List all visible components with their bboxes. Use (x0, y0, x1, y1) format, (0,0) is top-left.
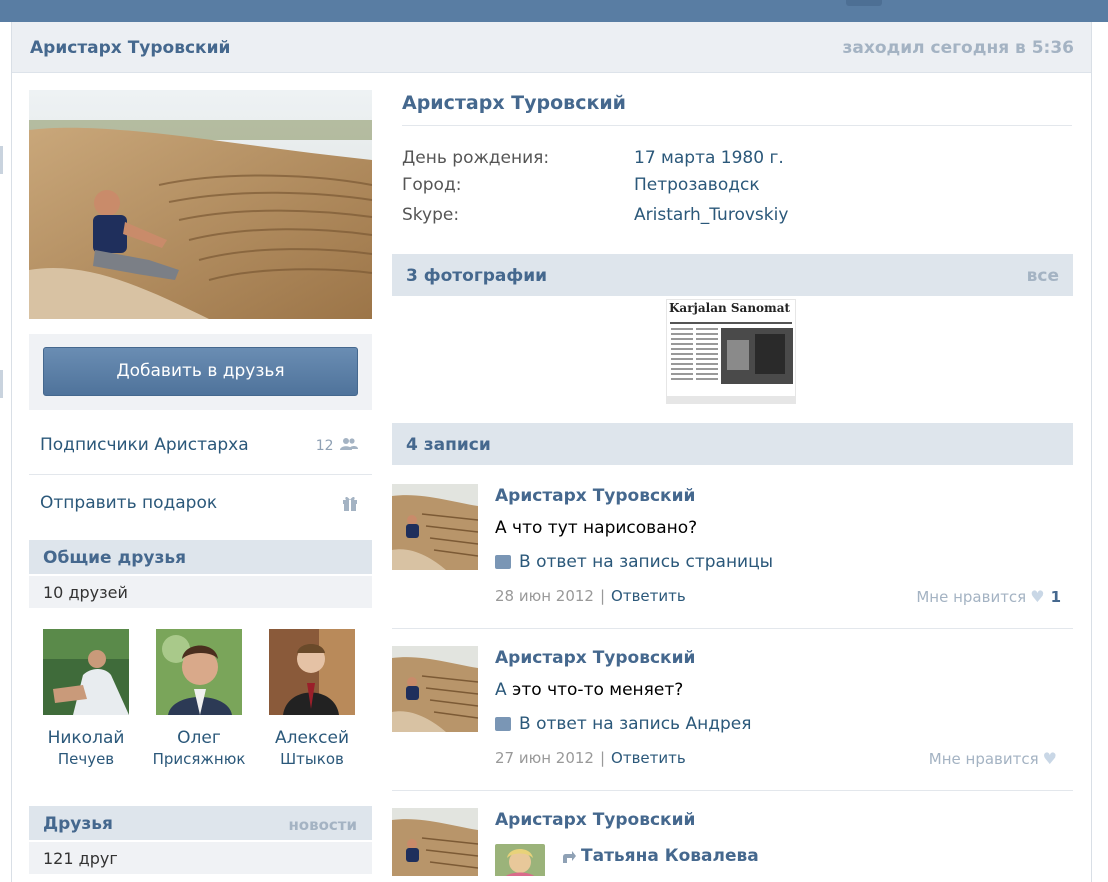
last-seen-status: заходил сегодня в 5:36 (842, 38, 1074, 58)
birthday-label: День рождения: (402, 148, 550, 168)
mutual-friends-title[interactable]: Общие друзья (43, 548, 186, 568)
friends-count-bar: 121 друг (29, 842, 372, 874)
post-divider (392, 628, 1073, 629)
post-text: А что тут нарисовано? (495, 518, 698, 538)
city-value[interactable]: Петрозаводск (634, 175, 760, 195)
followers-count-value: 12 (315, 438, 334, 454)
wall-post: Аристарх Туровский А это что-то меняет? … (392, 646, 1073, 776)
friends-news-link[interactable]: новости (288, 816, 357, 834)
followers-count: 12 (316, 437, 358, 454)
profile-avatar[interactable] (29, 90, 372, 319)
post-date[interactable]: 27 июн 2012 (495, 749, 594, 767)
friend-photo[interactable] (43, 629, 129, 715)
wall-post: Аристарх Туровский А что тут нарисовано?… (392, 484, 1073, 614)
mutual-friends-header[interactable]: Общие друзья (29, 540, 372, 574)
reply-prefix: В ответ на (519, 714, 614, 734)
like-count[interactable]: 1 (1051, 588, 1061, 606)
friend-last-name[interactable]: Штыков (262, 750, 362, 768)
friend-last-name[interactable]: Печуев (36, 750, 136, 768)
friend-first-name[interactable]: Николай (36, 728, 136, 748)
city-label: Город: (402, 175, 462, 195)
skype-label: Skype: (402, 205, 460, 225)
edge-marker (0, 370, 3, 398)
post-divider (392, 790, 1073, 791)
repost-author-avatar[interactable] (495, 844, 545, 876)
friend-card[interactable]: Николай Печуев (36, 629, 136, 768)
wall-header[interactable]: 4 записи (392, 423, 1073, 465)
post-meta: 28 июн 2012 | Ответить (495, 587, 686, 605)
birthday-value[interactable]: 17 марта 1980 г. (634, 148, 784, 168)
heart-icon[interactable]: ♥ (1043, 749, 1057, 768)
post-reply-context[interactable]: В ответ на запись Андрея (495, 714, 751, 734)
post-text: А это что-то меняет? (495, 680, 683, 700)
users-icon (340, 438, 358, 450)
send-gift-link[interactable]: Отправить подарок (29, 474, 372, 532)
friend-card[interactable]: Алексей Штыков (262, 629, 362, 768)
post-text-body: это что-то меняет? (512, 680, 684, 700)
meta-separator: | (599, 587, 606, 605)
post-author[interactable]: Аристарх Туровский (495, 810, 695, 830)
post-author[interactable]: Аристарх Туровский (495, 648, 695, 668)
friend-card[interactable]: Олег Присяжнюк (149, 629, 249, 768)
like-label[interactable]: Мне нравится (916, 588, 1026, 606)
repost-arrow-icon (561, 850, 577, 868)
comment-icon (495, 717, 511, 731)
add-friend-box: Добавить в друзья (29, 334, 372, 410)
wall-post: Аристарх Туровский Татьяна Ковалева (392, 808, 1073, 876)
profile-header: Аристарх Туровский заходил сегодня в 5:3… (12, 22, 1091, 73)
comment-icon (495, 555, 511, 569)
post-author-avatar[interactable] (392, 484, 478, 570)
reply-button[interactable]: Ответить (611, 749, 686, 767)
friend-last-name[interactable]: Присяжнюк (149, 750, 249, 768)
followers-label[interactable]: Подписчики Аристарха (40, 435, 249, 455)
followers-link[interactable]: Подписчики Аристарха 12 (29, 416, 372, 475)
reply-target-link[interactable]: запись страницы (619, 552, 773, 572)
repost-author[interactable]: Татьяна Ковалева (581, 846, 759, 866)
photos-header[interactable]: 3 фотографии все (392, 254, 1073, 296)
photos-all-link[interactable]: все (1027, 266, 1059, 286)
post-author-avatar[interactable] (392, 808, 478, 876)
post-author[interactable]: Аристарх Туровский (495, 486, 695, 506)
photo-thumbnail[interactable]: Karjalan Sanomat (666, 299, 796, 404)
top-bar-tab[interactable] (846, 0, 882, 6)
reply-button[interactable]: Ответить (611, 587, 686, 605)
friend-first-name[interactable]: Алексей (262, 728, 362, 748)
friends-header[interactable]: Друзья новости (29, 806, 372, 840)
divider (402, 125, 1072, 126)
skype-value: Aristarh_Turovskiy (634, 205, 789, 225)
mutual-friends-count-bar: 10 друзей (29, 576, 372, 608)
like-label[interactable]: Мне нравится (929, 750, 1039, 768)
like-button[interactable]: Мне нравится ♥ 1 (916, 587, 1061, 606)
mutual-friends-count: 10 друзей (43, 583, 128, 602)
post-meta: 27 июн 2012 | Ответить (495, 749, 686, 767)
wall-title[interactable]: 4 записи (406, 435, 491, 455)
reply-target-link[interactable]: запись Андрея (619, 714, 751, 734)
reply-prefix: В ответ на (519, 552, 614, 572)
add-friend-button[interactable]: Добавить в друзья (43, 347, 358, 396)
friends-title[interactable]: Друзья (43, 814, 113, 834)
photos-title[interactable]: 3 фотографии (406, 266, 547, 286)
post-reply-context[interactable]: В ответ на запись страницы (495, 552, 773, 572)
profile-name: Аристарх Туровский (402, 92, 626, 114)
post-text-mention-link[interactable]: А (495, 680, 507, 700)
friends-count: 121 друг (43, 849, 118, 868)
edge-marker (0, 146, 3, 174)
top-bar (0, 0, 1108, 22)
send-gift-label[interactable]: Отправить подарок (40, 493, 217, 513)
friend-photo[interactable] (156, 629, 242, 715)
friend-first-name[interactable]: Олег (149, 728, 249, 748)
post-author-avatar[interactable] (392, 646, 478, 732)
heart-icon[interactable]: ♥ (1030, 587, 1044, 606)
newspaper-masthead: Karjalan Sanomat (669, 301, 791, 315)
like-button[interactable]: Мне нравится ♥ (929, 749, 1057, 768)
gift-icon (342, 495, 358, 515)
friend-photo[interactable] (269, 629, 355, 715)
post-date[interactable]: 28 июн 2012 (495, 587, 594, 605)
meta-separator: | (599, 749, 606, 767)
header-name: Аристарх Туровский (30, 38, 231, 58)
